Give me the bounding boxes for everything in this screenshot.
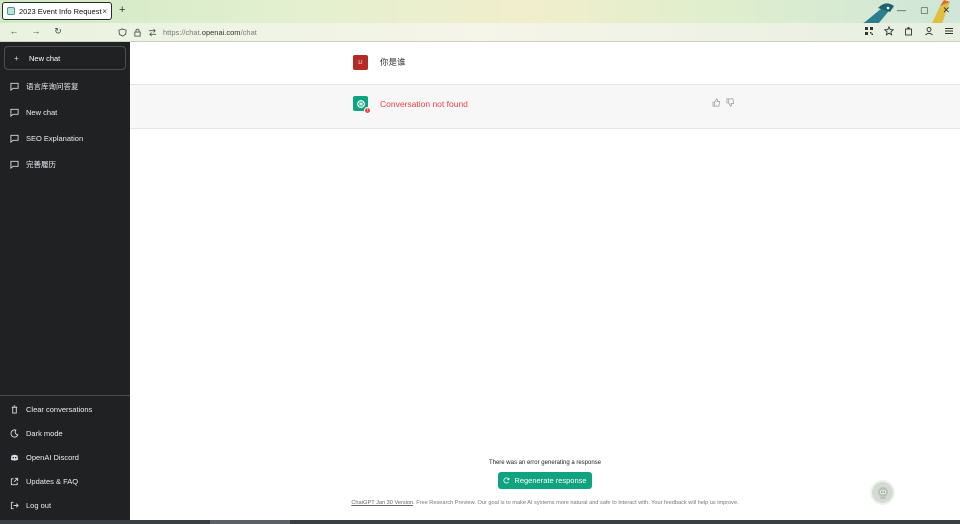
lock-icon [134, 28, 141, 37]
sidebar-conversation[interactable]: 语言库询问答复 [4, 76, 126, 96]
bookmark-star-icon[interactable] [884, 26, 894, 36]
new-chat-label: New chat [29, 53, 61, 63]
maximize-button[interactable]: ▢ [920, 5, 929, 16]
chat-main: LI 你是谁 ! Conversation not found There wa… [130, 42, 960, 520]
updates-faq-link[interactable]: Updates & FAQ [4, 471, 126, 491]
taskbar-active-item[interactable] [210, 520, 290, 524]
chat-bubble-icon [10, 134, 19, 143]
tab-title: 2023 Event Info Request [19, 6, 102, 16]
clear-conversations-label: Clear conversations [26, 404, 93, 414]
discord-label: OpenAI Discord [26, 452, 79, 462]
conversation-label: 完善履历 [26, 159, 56, 169]
feedback-buttons [712, 98, 735, 107]
assistant-widget-icon[interactable] [870, 480, 895, 505]
regenerate-label: Regenerate response [514, 476, 587, 485]
plus-icon: + [14, 53, 19, 63]
assistant-error-message: Conversation not found [380, 99, 468, 109]
new-tab-button[interactable]: + [119, 4, 125, 16]
menu-icon[interactable] [944, 26, 954, 36]
tab-favicon-icon [7, 7, 15, 15]
discord-icon [10, 454, 19, 461]
moon-icon [10, 428, 19, 437]
dark-mode-button[interactable]: Dark mode [4, 423, 126, 443]
regenerate-response-button[interactable]: Regenerate response [498, 472, 592, 489]
log-out-label: Log out [26, 500, 52, 510]
footer-text: . Free Research Preview. Our goal is to … [413, 500, 739, 506]
user-avatar: LI [353, 55, 368, 70]
updates-faq-label: Updates & FAQ [26, 476, 79, 486]
window-controls: — ▢ ✕ [897, 5, 950, 16]
dark-mode-label: Dark mode [26, 428, 63, 438]
account-icon[interactable] [924, 26, 934, 36]
qr-code-icon[interactable] [864, 26, 874, 36]
permissions-icon [148, 28, 157, 36]
address-bar[interactable]: https://chat.openai.com/chat [118, 25, 828, 39]
trash-icon [11, 404, 18, 414]
new-chat-button[interactable]: + New chat [4, 46, 126, 70]
reload-button[interactable]: ↻ [50, 26, 66, 37]
chat-bubble-icon [10, 108, 19, 117]
nav-right-icons [864, 26, 954, 36]
conversation-label: 语言库询问答复 [26, 81, 79, 91]
url-text: https://chat.openai.com/chat [163, 27, 257, 37]
external-link-icon [10, 477, 19, 485]
sidebar: + New chat 语言库询问答复 New chat SEO Explanat… [0, 42, 130, 520]
clear-conversations-button[interactable]: Clear conversations [4, 399, 126, 419]
error-badge-icon: ! [364, 107, 371, 114]
minimize-button[interactable]: — [897, 5, 906, 16]
user-message-row: LI 你是谁 [130, 42, 960, 85]
browser-tab-bar: 2023 Event Info Request × + — ▢ ✕ [0, 0, 960, 38]
shield-icon [118, 27, 127, 37]
chat-bubble-icon [10, 82, 19, 91]
forward-button[interactable]: → [28, 26, 44, 37]
sidebar-conversation[interactable]: 完善履历 [4, 154, 126, 174]
conversation-label: New chat [26, 107, 58, 117]
conversation-label: SEO Explanation [26, 133, 84, 143]
taskbar [0, 520, 960, 524]
generation-error-text: There was an error generating a response [488, 460, 602, 466]
log-out-icon [10, 501, 19, 509]
nav-buttons: ← → ↻ [6, 26, 66, 37]
discord-link[interactable]: OpenAI Discord [4, 447, 126, 467]
refresh-icon [503, 477, 510, 484]
user-message: 你是谁 [380, 57, 406, 67]
browser-tab[interactable]: 2023 Event Info Request × [2, 2, 112, 20]
chat-bubble-icon [10, 160, 19, 169]
extension-icon[interactable] [904, 26, 914, 36]
footer-disclaimer: ChatGPT Jan 30 Version. Free Research Pr… [130, 500, 960, 506]
back-button[interactable]: ← [6, 26, 22, 37]
close-window-button[interactable]: ✕ [942, 5, 950, 16]
tab-close-icon[interactable]: × [102, 7, 107, 16]
version-link[interactable]: ChatGPT Jan 30 Version [351, 500, 413, 506]
browser-nav-bar: ← → ↻ https://chat.openai.com/chat [0, 23, 960, 42]
log-out-button[interactable]: Log out [4, 495, 126, 515]
sidebar-divider [0, 395, 130, 396]
thumbs-up-icon[interactable] [712, 98, 721, 107]
assistant-message-row: ! Conversation not found [130, 85, 960, 129]
sidebar-conversation[interactable]: SEO Explanation [4, 128, 126, 148]
sidebar-conversation[interactable]: New chat [4, 102, 126, 122]
thumbs-down-icon[interactable] [726, 98, 735, 107]
